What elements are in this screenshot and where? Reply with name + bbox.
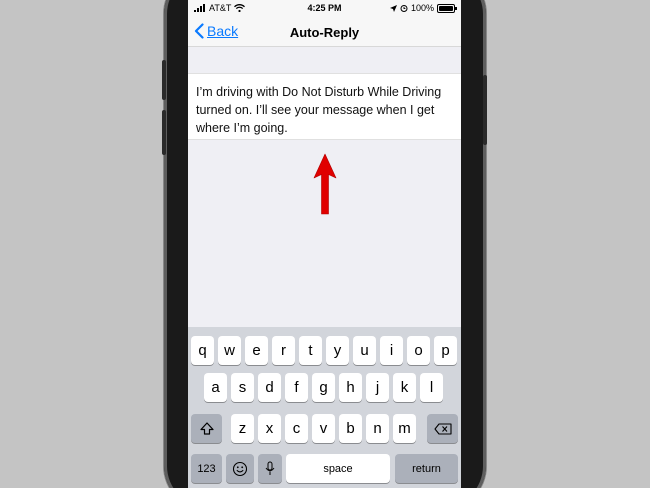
- key-u[interactable]: u: [353, 336, 376, 365]
- key-a[interactable]: a: [204, 373, 227, 402]
- navigation-bar: Back Auto-Reply: [188, 17, 461, 47]
- key-s[interactable]: s: [231, 373, 254, 402]
- key-j[interactable]: j: [366, 373, 389, 402]
- microphone-icon: [265, 461, 275, 475]
- dictation-key[interactable]: [258, 454, 282, 483]
- backspace-icon: [433, 422, 452, 435]
- page-title: Auto-Reply: [289, 25, 360, 40]
- key-l[interactable]: l: [420, 373, 443, 402]
- key-v[interactable]: v: [312, 414, 335, 443]
- key-m[interactable]: m: [393, 414, 416, 443]
- key-t[interactable]: t: [299, 336, 322, 365]
- side-button: [162, 110, 166, 155]
- emoji-key[interactable]: [226, 454, 254, 483]
- key-n[interactable]: n: [366, 414, 389, 443]
- status-right: 100%: [389, 3, 457, 13]
- emoji-icon: [232, 461, 248, 476]
- key-p[interactable]: p: [434, 336, 457, 365]
- space-key[interactable]: space: [286, 454, 390, 483]
- key-f[interactable]: f: [285, 373, 308, 402]
- key-g[interactable]: g: [312, 373, 335, 402]
- key-c[interactable]: c: [285, 414, 308, 443]
- key-x[interactable]: x: [258, 414, 281, 443]
- key-o[interactable]: o: [407, 336, 430, 365]
- battery-percent: 100%: [410, 3, 434, 13]
- battery-icon: [437, 3, 457, 13]
- key-z[interactable]: z: [231, 414, 254, 443]
- key-h[interactable]: h: [339, 373, 362, 402]
- key-k[interactable]: k: [393, 373, 416, 402]
- volume-button: [483, 75, 487, 145]
- return-key[interactable]: return: [395, 454, 458, 483]
- numbers-key[interactable]: 123: [191, 454, 222, 483]
- shift-icon: [199, 422, 214, 435]
- alarm-icon: [400, 5, 408, 12]
- battery-fill: [439, 5, 453, 11]
- auto-reply-text-field[interactable]: I’m driving with Do Not Disturb While Dr…: [188, 73, 461, 140]
- key-r[interactable]: r: [272, 336, 295, 365]
- red-arrow-icon: [313, 153, 337, 215]
- key-y[interactable]: y: [326, 336, 349, 365]
- backspace-key[interactable]: [427, 414, 458, 443]
- status-bar: AT&T 4:25 PM 100%: [188, 0, 461, 17]
- phone-screen: AT&T 4:25 PM 100% Back Auto-Reply I’m dr…: [188, 0, 461, 488]
- key-d[interactable]: d: [258, 373, 281, 402]
- key-e[interactable]: e: [245, 336, 268, 365]
- shift-key[interactable]: [191, 414, 222, 443]
- side-button: [162, 60, 166, 100]
- location-icon: [389, 4, 397, 12]
- key-w[interactable]: w: [218, 336, 241, 365]
- key-i[interactable]: i: [380, 336, 403, 365]
- key-q[interactable]: q: [191, 336, 214, 365]
- keyboard: q w e r t y u i o p a s d f g h j k l z …: [188, 327, 461, 488]
- key-b[interactable]: b: [339, 414, 362, 443]
